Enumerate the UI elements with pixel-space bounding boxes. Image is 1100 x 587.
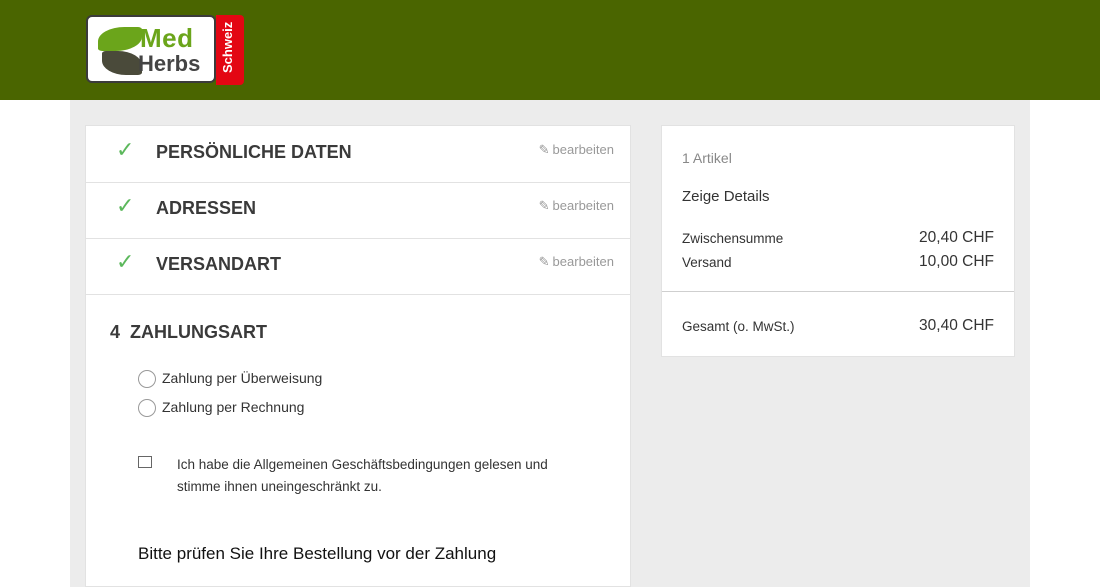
edit-label: bearbeiten xyxy=(552,142,614,157)
show-details-link[interactable]: Zeige Details xyxy=(682,188,770,205)
leaf-icon xyxy=(98,27,142,51)
edit-label: bearbeiten xyxy=(552,254,614,269)
checkmark-icon: ✓ xyxy=(116,249,135,274)
payment-heading: 4 ZAHLUNGSART xyxy=(110,322,267,343)
edit-link[interactable]: ✎ bearbeiten xyxy=(539,198,614,214)
radio-button[interactable] xyxy=(138,399,156,418)
shipping-value: 10,00 CHF xyxy=(919,253,994,270)
step-addresses: ✓ ADRESSEN ✎ bearbeiten xyxy=(86,182,630,239)
logo-region-badge: Schweiz xyxy=(216,15,244,85)
step-title: ADRESSEN xyxy=(156,198,257,218)
payment-option-invoice[interactable]: Zahlung per Rechnung xyxy=(138,399,305,418)
pencil-icon: ✎ xyxy=(538,254,550,269)
checkmark-icon: ✓ xyxy=(116,137,135,162)
step-title: VERSANDART xyxy=(156,254,282,274)
step-shipping: ✓ VERSANDART ✎ bearbeiten xyxy=(86,238,630,295)
subtotal-row: Zwischensumme 20,40 CHF xyxy=(682,229,994,246)
payment-option-label: Zahlung per Überweisung xyxy=(162,370,323,386)
order-summary: 1 Artikel Zeige Details Zwischensumme 20… xyxy=(661,125,1015,357)
payment-option-label: Zahlung per Rechnung xyxy=(162,399,305,415)
subtotal-label: Zwischensumme xyxy=(682,231,784,246)
agb-label: Ich habe die Allgemeinen Geschäftsbeding… xyxy=(177,457,548,494)
medherbs-logo[interactable]: Med Herbs Schweiz xyxy=(86,15,246,85)
pencil-icon: ✎ xyxy=(538,142,550,157)
checkmark-icon: ✓ xyxy=(116,193,135,218)
item-count: 1 Artikel xyxy=(682,150,732,166)
step-personal-data: ✓ PERSÖNLICHE DATEN ✎ bearbeiten xyxy=(86,126,630,183)
header-bar: Med Herbs Schweiz xyxy=(0,0,1100,100)
logo-text-med: Med xyxy=(140,23,194,53)
subtotal-value: 20,40 CHF xyxy=(919,229,994,246)
pencil-icon: ✎ xyxy=(538,198,550,213)
logo-region-text: Schweiz xyxy=(220,21,235,73)
payment-title: ZAHLUNGSART xyxy=(130,322,268,342)
step-number: 4 xyxy=(110,322,121,342)
logo-text-herbs: Herbs xyxy=(138,51,201,76)
total-row: Gesamt (o. MwSt.) 30,40 CHF xyxy=(682,317,994,334)
logo-box: Med Herbs xyxy=(86,15,216,83)
leaf-shadow-icon xyxy=(102,51,142,75)
agb-checkbox[interactable] xyxy=(138,456,152,468)
shipping-row: Versand 10,00 CHF xyxy=(682,253,994,270)
edit-label: bearbeiten xyxy=(552,198,614,213)
review-heading: Bitte prüfen Sie Ihre Bestellung vor der… xyxy=(138,544,497,563)
edit-link[interactable]: ✎ bearbeiten xyxy=(539,142,614,158)
shipping-label: Versand xyxy=(682,255,732,270)
total-value: 30,40 CHF xyxy=(919,317,994,334)
summary-divider xyxy=(662,291,1014,292)
edit-link[interactable]: ✎ bearbeiten xyxy=(539,254,614,270)
checkout-steps: ✓ PERSÖNLICHE DATEN ✎ bearbeiten ✓ ADRESS… xyxy=(85,125,631,587)
payment-option-transfer[interactable]: Zahlung per Überweisung xyxy=(138,370,323,389)
radio-button[interactable] xyxy=(138,370,156,389)
total-label: Gesamt (o. MwSt.) xyxy=(682,319,795,334)
step-title: PERSÖNLICHE DATEN xyxy=(156,142,352,162)
